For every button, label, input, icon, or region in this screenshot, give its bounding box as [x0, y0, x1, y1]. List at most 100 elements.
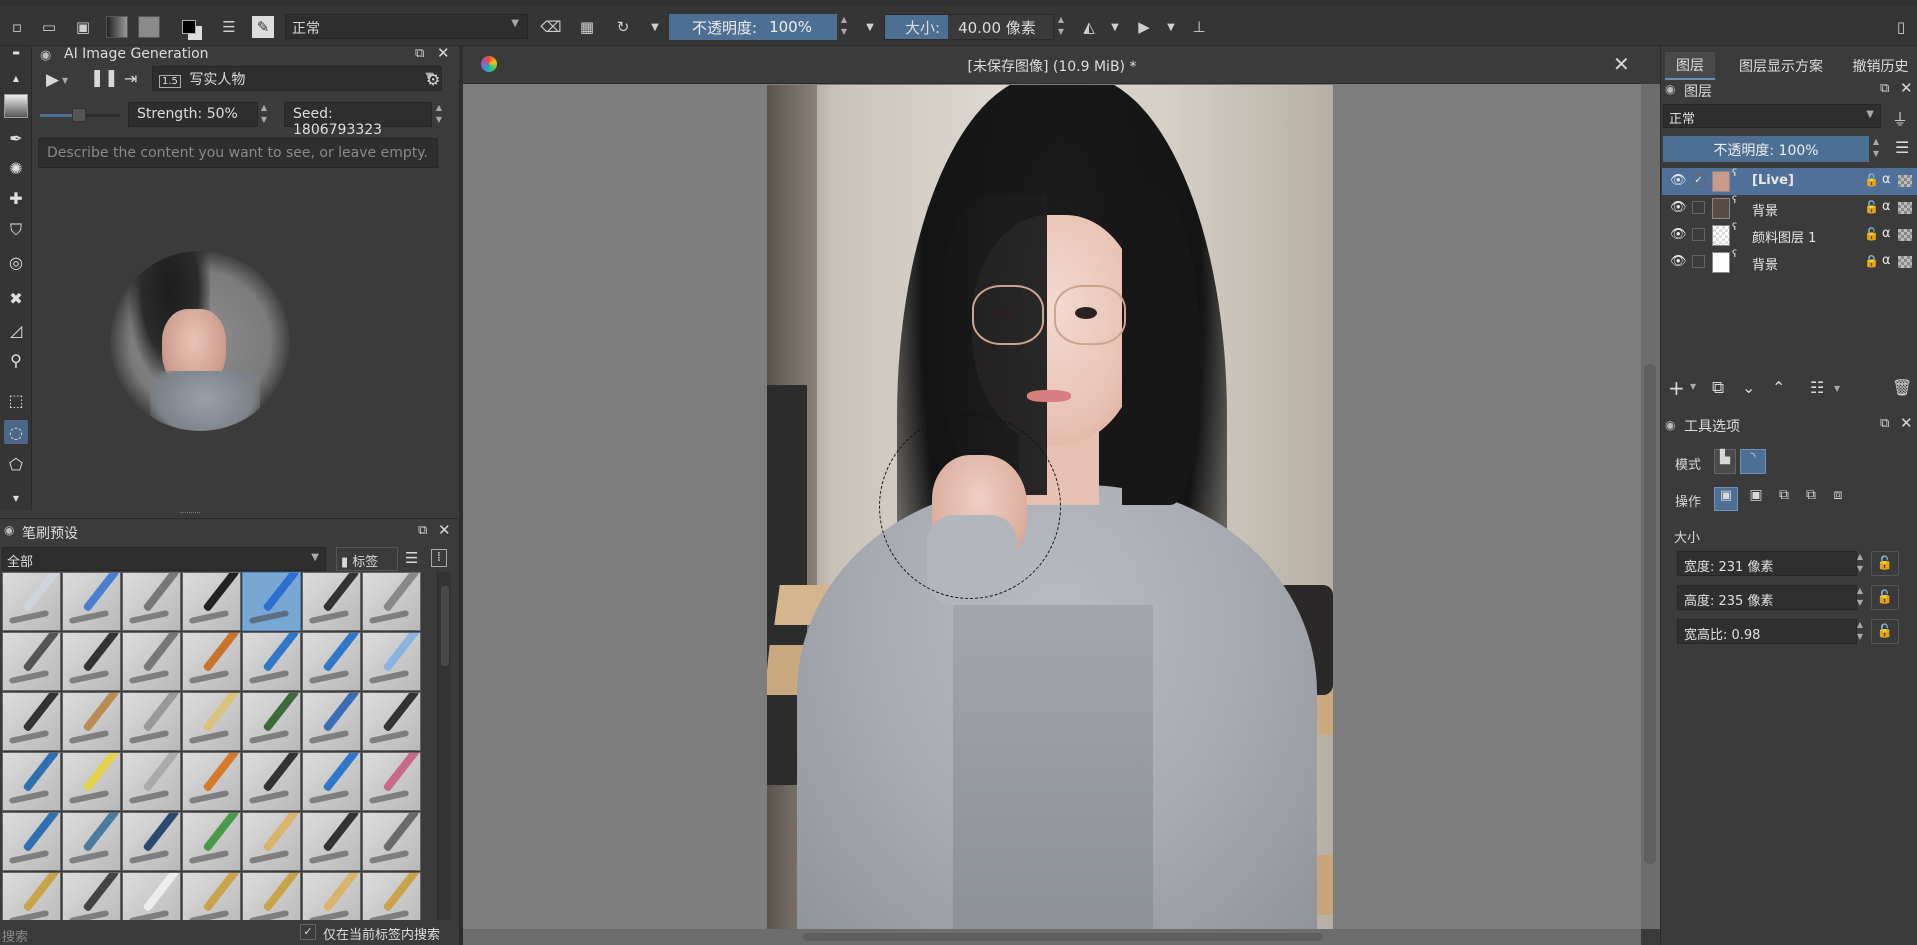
scrollbar-thumb[interactable] — [803, 933, 1323, 941]
alpha-lock-icon[interactable] — [1898, 175, 1912, 187]
lock-icon[interactable]: 🔒 — [1864, 254, 1879, 268]
eyedropper-tool-icon[interactable]: ✒ — [4, 126, 28, 150]
ratio-field[interactable]: 宽高比: 0.98 — [1677, 619, 1857, 644]
toolbox-handle[interactable]: ▬ — [4, 48, 28, 57]
close-icon[interactable]: ✕ — [438, 521, 451, 539]
splitter-handle[interactable] — [180, 512, 200, 515]
brush-preset-item[interactable] — [242, 872, 301, 920]
op-symmetric-icon[interactable]: ⧈ — [1826, 487, 1850, 511]
assistant-tool-icon[interactable]: ◎ — [4, 250, 28, 274]
strength-field[interactable]: Strength: 50% — [128, 102, 258, 127]
brush-preset-icon[interactable]: ✎ — [252, 16, 274, 38]
gradient-tool-icon[interactable] — [4, 94, 28, 118]
visibility-eye-icon[interactable]: 👁 — [1670, 200, 1687, 215]
lock-icon[interactable]: 🔓 — [1864, 173, 1879, 187]
brush-preset-item[interactable] — [362, 632, 421, 691]
brush-preset-item[interactable] — [2, 632, 61, 691]
brush-scrollbar[interactable] — [437, 572, 451, 920]
tag-button[interactable]: ▮ 标签 — [336, 547, 398, 571]
brush-preset-item[interactable] — [242, 632, 301, 691]
canvas-vertical-scrollbar[interactable] — [1641, 84, 1660, 929]
alpha-inherit-icon[interactable]: α — [1882, 199, 1891, 214]
brush-preset-item[interactable] — [242, 692, 301, 751]
alpha-inherit-icon[interactable]: α — [1882, 253, 1891, 268]
tab-undo-history[interactable]: 撤销历史 — [1843, 52, 1917, 80]
mirror-horizontal-icon[interactable]: ◭ — [1078, 16, 1100, 38]
brush-preset-item[interactable] — [62, 812, 121, 871]
brush-preset-item[interactable] — [182, 572, 241, 631]
queue-icon[interactable]: ⇥ — [124, 69, 137, 88]
brush-preset-item[interactable] — [362, 752, 421, 811]
brush-preset-item[interactable] — [182, 632, 241, 691]
brush-preset-item[interactable] — [122, 752, 181, 811]
measure-tool-icon[interactable]: ◿ — [4, 318, 28, 342]
style-select[interactable]: 1.5 写实人物 ▼ — [152, 66, 442, 91]
strength-spin[interactable]: ▲ ▼ — [259, 102, 269, 127]
lock-icon[interactable]: ◉ — [1665, 82, 1675, 96]
float-icon[interactable]: ⧉ — [1880, 81, 1889, 96]
alpha-lock-icon[interactable] — [1898, 229, 1912, 241]
brush-preset-item[interactable] — [362, 812, 421, 871]
lock-icon[interactable]: 🔓 — [1864, 200, 1879, 214]
polygon-select-tool-icon[interactable]: ⬠ — [4, 452, 28, 476]
alpha-inherit-icon[interactable]: α — [1882, 172, 1891, 187]
brush-preset-item[interactable] — [362, 872, 421, 920]
brush-preset-item[interactable] — [2, 752, 61, 811]
mirror-vertical-icon[interactable]: ▶ — [1133, 16, 1155, 38]
brush-filter-select[interactable]: 全部 ▼ — [2, 547, 326, 571]
brush-preset-item[interactable] — [302, 872, 361, 920]
new-document-icon[interactable]: ▫ — [6, 16, 28, 38]
layer-checkbox[interactable] — [1692, 228, 1705, 241]
layer-row[interactable]: 👁 ✓ ʕ [Live] 🔓 α — [1662, 168, 1917, 195]
transform-tool-icon[interactable]: ✖ — [4, 286, 28, 310]
chevron-down-icon[interactable]: ▼ — [1104, 16, 1126, 38]
chevron-down-icon[interactable]: ▼ — [1690, 382, 1696, 391]
brush-preset-item[interactable] — [62, 632, 121, 691]
brush-preset-item[interactable] — [302, 812, 361, 871]
op-subtract-icon[interactable]: ⧉ — [1799, 487, 1823, 511]
prompt-input[interactable]: Describe the content you want to see, or… — [38, 138, 438, 168]
layer-row[interactable]: 👁 ʕ 颜料图层 1 🔓 α — [1662, 222, 1917, 249]
brush-preset-item[interactable] — [62, 572, 121, 631]
height-lock-icon[interactable]: 🔓 — [1871, 585, 1899, 610]
lock-icon[interactable]: ◉ — [40, 48, 51, 63]
play-icon[interactable]: ▶ — [46, 70, 59, 90]
strength-slider[interactable] — [40, 108, 120, 122]
alpha-lock-icon[interactable] — [1898, 256, 1912, 268]
brush-settings-icon[interactable]: ☰ — [218, 16, 240, 38]
tab-layers[interactable]: 图层 — [1665, 52, 1715, 80]
close-icon[interactable]: ✕ — [1900, 79, 1913, 97]
brush-preset-item[interactable] — [122, 812, 181, 871]
layer-menu-icon[interactable]: ☰ — [1895, 138, 1909, 157]
brush-preset-item[interactable] — [182, 752, 241, 811]
canvas-image[interactable] — [767, 85, 1333, 934]
brush-preset-item[interactable] — [2, 572, 61, 631]
ratio-spin[interactable]: ▲ ▼ — [1855, 619, 1865, 644]
brush-preset-item[interactable] — [122, 632, 181, 691]
gradient-swatch[interactable] — [106, 16, 128, 38]
visibility-eye-icon[interactable]: 👁 — [1670, 227, 1687, 242]
tab-layer-schemes[interactable]: 图层显示方案 — [1723, 52, 1839, 80]
brush-preset-item[interactable] — [362, 692, 421, 751]
search-in-tag-checkbox[interactable]: ✓ — [300, 924, 316, 940]
chevron-down-icon[interactable]: ▼ — [62, 76, 68, 85]
width-lock-icon[interactable]: 🔓 — [1871, 551, 1899, 576]
open-folder-icon[interactable]: ▭ — [38, 16, 60, 38]
lock-icon[interactable]: 🔓 — [1864, 227, 1879, 241]
eraser-icon[interactable]: ⌫ — [540, 16, 562, 38]
op-intersect-icon[interactable]: ▣ — [1744, 487, 1768, 511]
lock-icon[interactable]: ◉ — [1665, 418, 1675, 432]
blend-mode-select[interactable]: 正常 ▼ — [285, 14, 528, 39]
move-down-icon[interactable]: ⌄ — [1742, 378, 1755, 397]
brush-preset-item[interactable] — [302, 692, 361, 751]
heal-tool-icon[interactable]: ✚ — [4, 186, 28, 210]
reload-icon[interactable]: ↻ — [612, 16, 634, 38]
add-layer-icon[interactable]: + — [1668, 376, 1685, 400]
delete-layer-icon[interactable]: 🗑 — [1892, 378, 1912, 397]
visibility-eye-icon[interactable]: 👁 — [1670, 254, 1687, 269]
brush-preset-item[interactable] — [62, 692, 121, 751]
opacity-slider[interactable]: 不透明度: 100% — [669, 14, 837, 40]
seed-spin[interactable]: ▲ ▼ — [434, 102, 444, 127]
selection-marquee[interactable] — [879, 414, 1061, 599]
scroll-down-icon[interactable]: ▼ — [4, 486, 28, 510]
